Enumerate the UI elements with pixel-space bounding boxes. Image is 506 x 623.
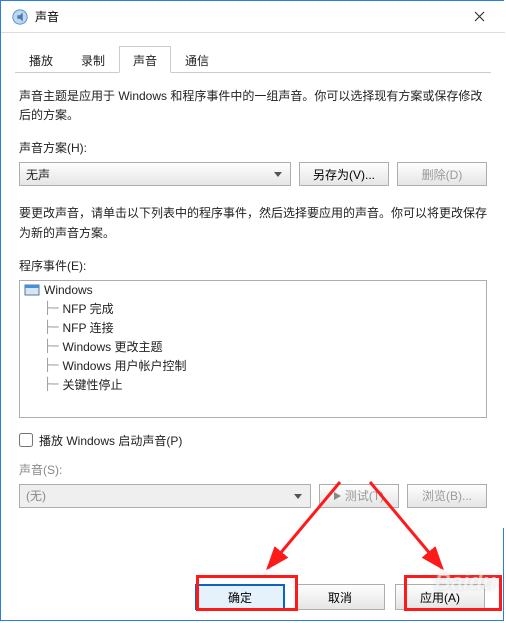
events-item[interactable]: ├─NFP 完成	[20, 299, 486, 318]
events-listbox[interactable]: Windows ├─NFP 完成 ├─NFP 连接 ├─Windows 更改主题…	[19, 280, 487, 418]
save-as-button[interactable]: 另存为(V)...	[299, 162, 389, 186]
windows-icon	[24, 283, 40, 297]
sound-dialog: 声音 播放 录制 声音 通信 声音主题是应用于 Windows 和程序事件中的一…	[1, 1, 505, 528]
intro-text: 声音主题是应用于 Windows 和程序事件中的一组声音。你可以选择现有方案或保…	[19, 87, 487, 125]
sound-icon	[11, 8, 29, 26]
play-startup-checkbox[interactable]	[19, 433, 33, 447]
play-startup-label: 播放 Windows 启动声音(P)	[39, 432, 182, 449]
events-item[interactable]: ├─关键性停止	[20, 375, 486, 394]
events-label: 程序事件(E):	[19, 257, 487, 274]
browse-button: 浏览(B)...	[407, 484, 487, 508]
tab-sounds[interactable]: 声音	[119, 46, 171, 73]
sound-selected: (无)	[26, 487, 46, 504]
events-root-label: Windows	[44, 283, 93, 297]
scheme-selected: 无声	[26, 166, 50, 183]
window-title: 声音	[35, 8, 457, 25]
scheme-label: 声音方案(H):	[19, 139, 487, 156]
events-root-item[interactable]: Windows	[20, 281, 486, 299]
test-button: 测试(T)	[319, 484, 399, 508]
delete-button: 删除(D)	[397, 162, 487, 186]
events-item[interactable]: ├─NFP 连接	[20, 318, 486, 337]
titlebar: 声音	[1, 1, 505, 33]
sound-combobox: (无)	[19, 484, 311, 508]
sound-label: 声音(S):	[19, 461, 487, 478]
close-button[interactable]	[457, 2, 501, 32]
tab-communications[interactable]: 通信	[171, 46, 223, 73]
scheme-combobox[interactable]: 无声	[19, 162, 291, 186]
cancel-button[interactable]: 取消	[295, 584, 385, 610]
tab-content: 声音主题是应用于 Windows 和程序事件中的一组声音。你可以选择现有方案或保…	[1, 73, 505, 528]
close-icon	[474, 11, 485, 22]
apply-button[interactable]: 应用(A)	[395, 584, 485, 610]
tabs: 播放 录制 声音 通信	[15, 45, 491, 73]
tab-recording[interactable]: 录制	[67, 46, 119, 73]
ok-button[interactable]: 确定	[195, 584, 285, 610]
dialog-buttons: 确定 取消 应用(A)	[1, 584, 503, 610]
events-item[interactable]: ├─Windows 用户帐户控制	[20, 356, 486, 375]
tab-playback[interactable]: 播放	[15, 46, 67, 73]
play-icon	[334, 492, 341, 500]
events-item[interactable]: ├─Windows 更改主题	[20, 337, 486, 356]
play-startup-checkbox-row[interactable]: 播放 Windows 启动声音(P)	[19, 432, 487, 449]
events-intro: 要更改声音，请单击以下列表中的程序事件，然后选择要应用的声音。你可以将更改保存为…	[19, 204, 487, 242]
